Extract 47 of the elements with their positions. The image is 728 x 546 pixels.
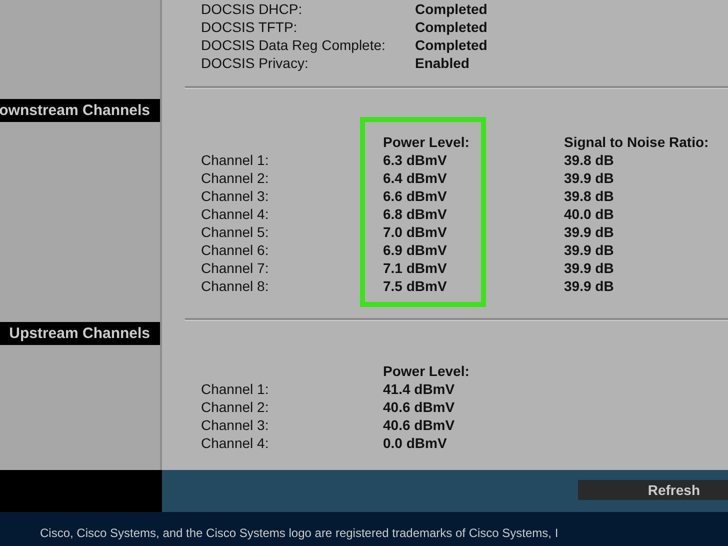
table-cell-text: 0.0 dBmV [383,434,448,452]
channel-label: Channel 4: [201,205,270,223]
table-cell-text: 6.4 dBmV [383,169,448,187]
table-cell: 39.9 dB [564,169,614,187]
column-header: Signal to Noise Ratio: [564,133,709,151]
channel-label: Channel 2: [201,398,270,416]
table-cell-text: 7.0 dBmV [383,223,448,241]
channel-label: Channel 1: [201,151,270,169]
channel-label: Channel 8: [201,277,270,295]
table-cell-text: 6.9 dBmV [383,241,448,259]
channel-label: Channel 7: [201,259,270,277]
status-label: DOCSIS Data Reg Complete: [201,36,386,54]
channel-label: Channel 3: [201,187,270,205]
status-label: DOCSIS Privacy: [201,54,310,72]
table-cell-text: 7.1 dBmV [383,259,448,277]
column-header: Power Level: [383,133,470,151]
channel-label: Channel 4: [201,434,270,452]
table-cell: 39.8 dB [564,187,614,205]
table-cell: 39.9 dB [564,259,614,277]
table-cell: 39.8 dB [564,151,614,169]
channel-label: Channel 3: [201,416,270,434]
table-cell-text: 40.6 dBmV [383,416,456,434]
table-cell-text: 6.8 dBmV [383,205,448,223]
table-cell-text: 40.6 dBmV [383,398,456,416]
section-heading: Upstream Channels [0,322,160,345]
channel-label: Channel 1: [201,380,270,398]
channel-label: Channel 2: [201,169,270,187]
table-cell-text: 41.4 dBmV [383,380,456,398]
refresh-button[interactable]: Refresh [578,480,728,500]
channel-label: Channel 6: [201,241,270,259]
table-cell-text: 6.6 dBmV [383,187,448,205]
channel-label: Channel 5: [201,223,270,241]
table-cell-text: 6.3 dBmV [383,151,448,169]
footer-text: Cisco, Cisco Systems, and the Cisco Systems logo are registered trademarks of Cisco Systems, I [40,526,558,540]
table-cell: 39.9 dB [564,277,614,295]
status-value: Completed [415,36,488,54]
status-value: Completed [415,18,488,36]
status-value: Completed [415,0,488,18]
section-heading: ownstream Channels [0,99,160,122]
status-label: DOCSIS DHCP: [201,0,304,18]
status-value: Enabled [415,54,470,72]
table-cell: 39.9 dB [564,223,614,241]
table-cell: 40.0 dB [564,205,614,223]
table-cell: 39.9 dB [564,241,614,259]
column-header: Power Level: [383,362,470,380]
status-label: DOCSIS TFTP: [201,18,298,36]
table-cell-text: 7.5 dBmV [383,277,448,295]
